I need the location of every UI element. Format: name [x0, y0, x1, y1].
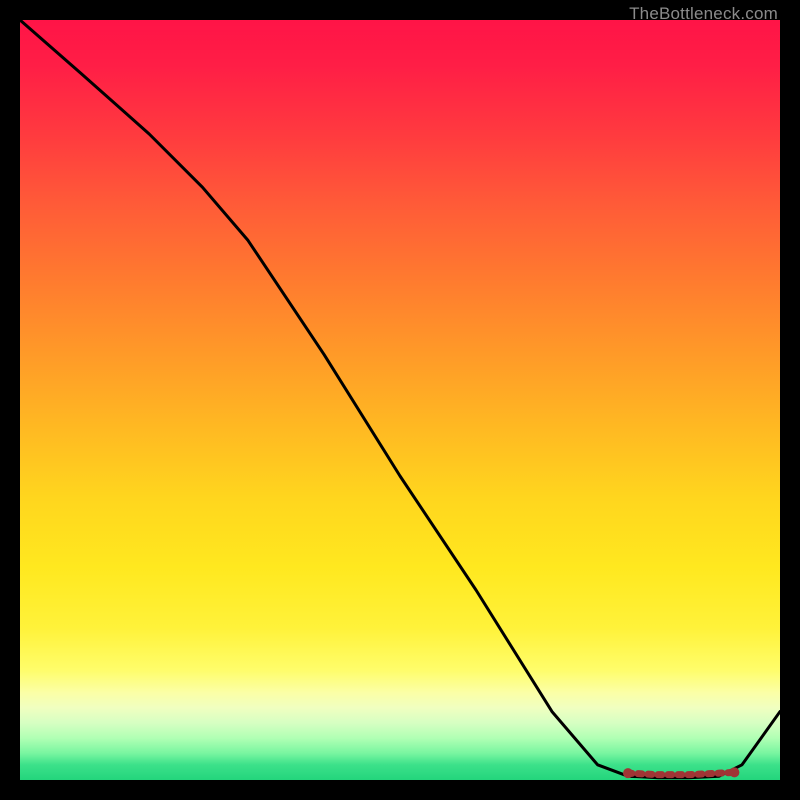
plot-area [20, 20, 780, 780]
attribution-label: TheBottleneck.com [629, 4, 778, 24]
